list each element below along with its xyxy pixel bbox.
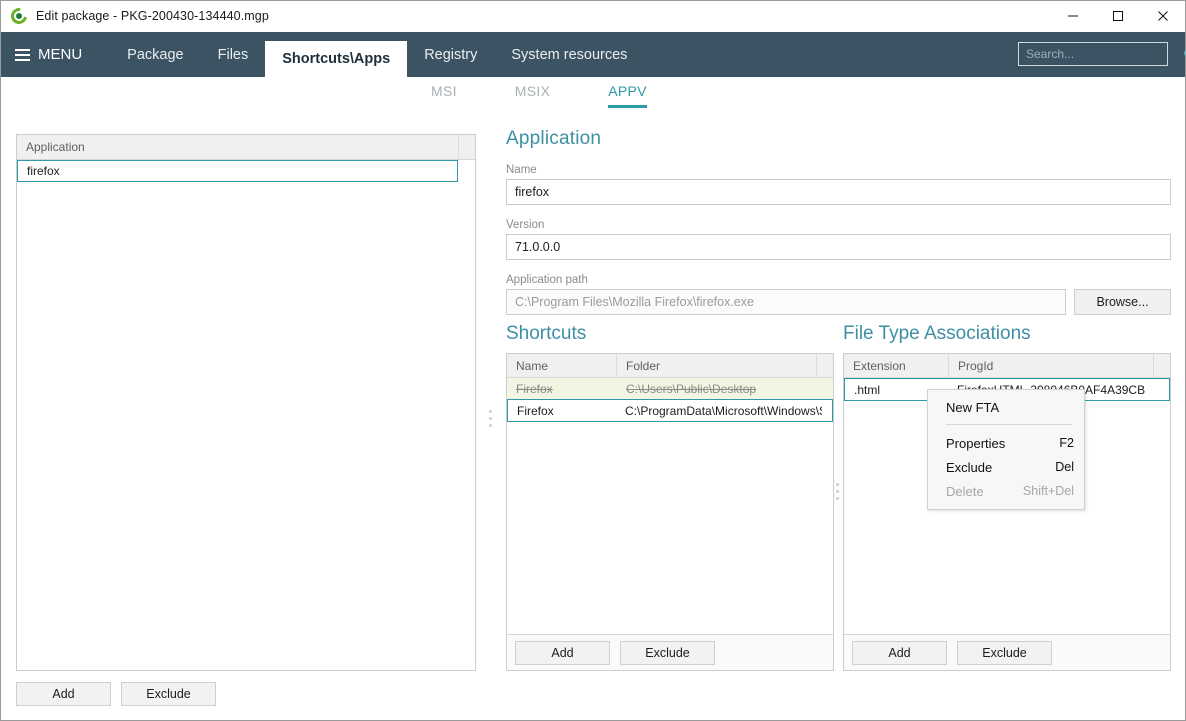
context-menu-item-delete-accelerator: Shift+Del [1022,484,1074,498]
fta-footer: Add Exclude [844,634,1170,670]
sub-tabs: MSI MSIX APPV [431,83,647,108]
context-menu-item-exclude-label: Exclude [946,459,993,475]
fta-grid-header: Extension ProgId [844,353,1170,378]
context-menu-item-properties-label: Properties [946,435,1006,451]
fta-context-menu: New FTA Properties F2 Exclude Del Delete… [927,389,1085,510]
shortcuts-row-excluded[interactable]: Firefox C:\Users\Public\Desktop [507,378,833,399]
close-button[interactable] [1140,1,1185,31]
shortcuts-row-folder: C:\ProgramData\Microsoft\Windows\S [625,403,822,418]
shortcuts-column-folder[interactable]: Folder [617,353,817,378]
subtab-msi[interactable]: MSI [431,83,457,108]
context-menu-item-properties[interactable]: Properties F2 [928,431,1084,455]
tab-files[interactable]: Files [201,32,266,77]
context-menu-item-new-fta-label: New FTA [946,399,1000,415]
application-details-pane: Application Name Version Application pat… [506,128,1171,315]
minimize-button[interactable] [1050,1,1095,31]
edit-package-window: Edit package - PKG-200430-134440.mgp MEN… [0,0,1186,721]
shortcuts-row-selected[interactable]: Firefox C:\ProgramData\Microsoft\Windows… [507,399,833,422]
tab-system-resources[interactable]: System resources [494,32,644,77]
shortcuts-title: Shortcuts [506,323,587,344]
shortcuts-row-folder: C:\Users\Public\Desktop [626,381,757,396]
application-list-buttons: Add Exclude [16,682,216,706]
shortcuts-add-button[interactable]: Add [515,640,610,665]
subtab-msix[interactable]: MSIX [515,83,550,108]
hamburger-icon [15,46,30,64]
shortcuts-exclude-button[interactable]: Exclude [620,640,715,665]
context-menu-item-exclude[interactable]: Exclude Del [928,455,1084,479]
application-path-field[interactable] [506,289,1066,315]
tab-registry[interactable]: Registry [407,32,494,77]
window-controls [1050,1,1185,32]
context-menu-item-new-fta[interactable]: New FTA [928,395,1084,419]
shortcuts-grid-header: Name Folder [507,353,833,378]
search-input[interactable] [1019,46,1183,62]
shortcuts-row-name: Firefox [516,381,553,396]
tab-shortcuts-apps[interactable]: Shortcuts\Apps [265,41,408,77]
version-label: Version [506,219,545,231]
name-field[interactable] [506,179,1171,205]
fta-column-progid[interactable]: ProgId [949,353,1154,378]
file-type-associations-title: File Type Associations [843,323,1031,344]
shortcuts-footer: Add Exclude [507,634,833,670]
vertical-splitter-handle-right[interactable] [833,479,842,504]
tab-shortcuts-apps-label: Shortcuts\Apps [282,51,391,67]
shortcuts-row-name: Firefox [517,403,554,418]
version-field[interactable] [506,234,1171,260]
menu-button[interactable]: MENU [1,32,96,77]
context-menu-item-delete: Delete Shift+Del [928,479,1084,503]
context-menu-item-delete-label: Delete [946,483,984,499]
context-menu-item-properties-accelerator: F2 [1059,436,1074,450]
browse-button[interactable]: Browse... [1074,289,1171,315]
tab-package-label: Package [127,46,184,63]
application-list-item[interactable]: firefox [17,160,458,182]
name-label: Name [506,164,537,176]
fta-column-extension[interactable]: Extension [844,353,949,378]
context-menu-separator [946,424,1072,425]
application-path-label: Application path [506,274,588,286]
main-menu-bar: MENU Package Files Shortcuts\Apps Regist… [1,32,1186,77]
context-menu-item-exclude-accelerator: Del [1055,460,1074,474]
column-header-application[interactable]: Application [17,135,458,160]
search-box[interactable] [1018,42,1186,66]
subtab-appv[interactable]: APPV [608,83,647,108]
app-logo-icon [7,4,31,28]
application-list-header: Application [17,134,475,160]
application-list-panel: Application firefox [16,134,476,671]
application-path-row: Browse... [506,289,1171,315]
application-exclude-button[interactable]: Exclude [121,682,216,706]
menu-button-label: MENU [38,46,83,63]
tab-package[interactable]: Package [110,32,200,77]
application-details-title: Application [506,128,602,149]
fta-add-button[interactable]: Add [852,640,947,665]
column-header-spacer [458,134,475,160]
title-bar: Edit package - PKG-200430-134440.mgp [1,1,1185,32]
shortcuts-panel: Name Folder Firefox C:\Users\Public\Desk… [506,353,834,671]
fta-exclude-button[interactable]: Exclude [957,640,1052,665]
tab-system-resources-label: System resources [511,46,628,63]
vertical-splitter-handle-left[interactable] [486,406,495,431]
application-add-button[interactable]: Add [16,682,111,706]
application-list-item-label: firefox [27,164,60,178]
tab-registry-label: Registry [424,46,478,63]
maximize-button[interactable] [1095,1,1140,31]
tab-files-label: Files [217,46,249,63]
shortcuts-column-name[interactable]: Name [507,353,617,378]
window-title: Edit package - PKG-200430-134440.mgp [36,9,269,23]
nav-tabs: Package Files Shortcuts\Apps Registry Sy… [110,32,644,77]
